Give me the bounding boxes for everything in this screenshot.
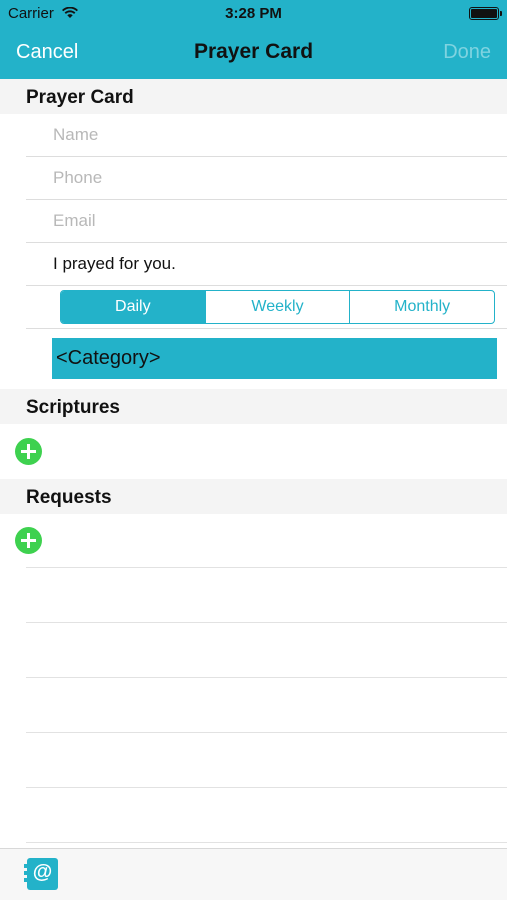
divider (26, 677, 507, 678)
divider (26, 842, 507, 843)
divider (26, 622, 507, 623)
contacts-book-icon[interactable]: @ (24, 858, 58, 890)
requests-add-row (0, 519, 507, 562)
divider (26, 567, 507, 568)
bottom-toolbar: @ (0, 848, 507, 900)
section-header-prayer-card: Prayer Card (0, 79, 507, 114)
contacts-book-glyph: @ (32, 861, 53, 883)
navigation-bar: Cancel Prayer Card Done (0, 28, 507, 79)
section-header-scriptures: Scriptures (0, 389, 507, 424)
cancel-button[interactable]: Cancel (16, 41, 78, 64)
name-row (26, 114, 507, 157)
email-row (26, 200, 507, 243)
add-request-button[interactable] (15, 527, 42, 554)
status-bar: Carrier 3:28 PM (0, 0, 507, 28)
email-field[interactable] (53, 209, 473, 233)
scriptures-add-row (0, 430, 507, 473)
section-header-requests: Requests (0, 479, 507, 514)
segment-weekly[interactable]: Weekly (204, 291, 350, 323)
category-button[interactable]: <Category> (52, 338, 497, 379)
phone-row (26, 157, 507, 200)
top-bar: Carrier 3:28 PM Cancel Prayer Card Done (0, 0, 507, 79)
message-field[interactable] (53, 252, 473, 276)
phone-field[interactable] (53, 166, 473, 190)
segment-daily[interactable]: Daily (61, 291, 205, 323)
segment-monthly[interactable]: Monthly (349, 291, 494, 323)
frequency-segmented-control: Daily Weekly Monthly (60, 290, 495, 324)
battery-fill (471, 9, 497, 18)
message-row (26, 243, 507, 286)
divider (26, 732, 507, 733)
done-button[interactable]: Done (443, 41, 491, 64)
add-scripture-button[interactable] (15, 438, 42, 465)
clock: 3:28 PM (225, 5, 282, 22)
divider (26, 787, 507, 788)
name-field[interactable] (53, 123, 473, 147)
battery-icon (469, 7, 502, 20)
